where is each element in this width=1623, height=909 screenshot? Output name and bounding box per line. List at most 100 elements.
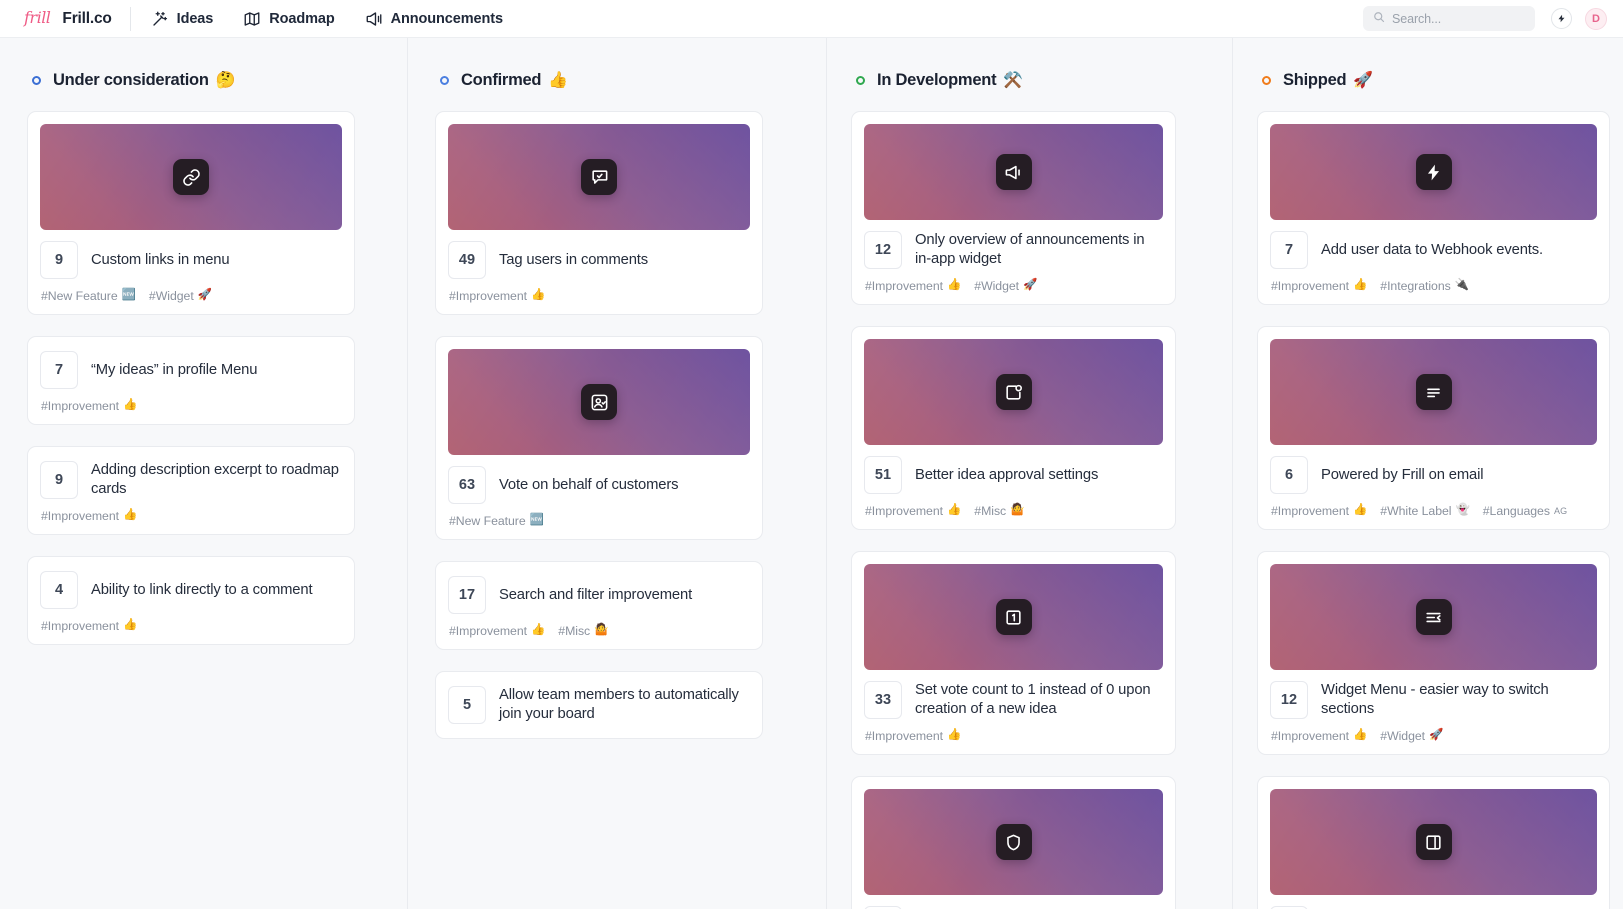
search-placeholder: Search...	[1392, 11, 1442, 26]
tag[interactable]: #Widget 🚀	[974, 279, 1037, 293]
card-title: Set vote count to 1 instead of 0 upon cr…	[915, 682, 1151, 717]
idea-card[interactable]: 9 Custom links in menu #New Feature 🆕 #Wi…	[27, 111, 355, 315]
tag[interactable]: #Improvement 👍	[1271, 729, 1367, 743]
tag[interactable]: #Improvement 👍	[41, 619, 137, 633]
square-check-icon	[995, 374, 1032, 410]
vote-count[interactable]: 12	[864, 231, 902, 269]
card-list: 49 Tag users in comments #Improvement 👍	[435, 111, 763, 739]
vote-count[interactable]: 49	[448, 241, 486, 279]
idea-card[interactable]: 49 Tag users in comments #Improvement 👍	[435, 111, 763, 315]
column-header: In Development ⚒️	[851, 71, 1176, 90]
card-tags: #Improvement 👍	[40, 502, 342, 523]
column-title-text: Shipped	[1283, 71, 1347, 89]
brand[interactable]: frill Frill.co	[24, 9, 112, 28]
tag[interactable]: #New Feature 🆕	[449, 514, 544, 528]
search-input[interactable]: Search...	[1363, 6, 1535, 31]
tag[interactable]: #Improvement 👍	[1271, 504, 1367, 518]
status-dot-icon	[440, 76, 449, 85]
card-title: Widget Menu - easier way to switch secti…	[1321, 682, 1549, 717]
tag-label: #Widget	[974, 279, 1020, 293]
idea-card[interactable]: 63 Vote on behalf of customers #New Feat…	[435, 336, 763, 540]
tag-emoji: 👍	[531, 289, 546, 302]
card-main: 4 Ability to link directly to a comment	[40, 568, 342, 612]
tag[interactable]: #Improvement 👍	[41, 509, 137, 523]
vote-count[interactable]: 9	[40, 461, 78, 499]
tag-label: #White Label	[1380, 504, 1452, 518]
column-title: Under consideration 🤔	[53, 71, 236, 90]
idea-card[interactable]: 9 Adding description excerpt to roadmap …	[27, 446, 355, 535]
vote-count[interactable]: 9	[40, 241, 78, 279]
idea-card[interactable]: 7 “My ideas” in profile Menu #Improvemen…	[27, 336, 355, 425]
card-main: 7 “My ideas” in profile Menu	[40, 348, 342, 392]
tag[interactable]: #Integrations 🔌	[1380, 279, 1469, 293]
idea-card[interactable]: 4 Ability to link directly to a comment …	[27, 556, 355, 645]
idea-card[interactable]: 6 Powered by Frill on email #Improvement…	[1257, 326, 1610, 530]
idea-card[interactable]: 17 Search and filter improvement #Improv…	[435, 561, 763, 650]
card-title: Allow team members to automatically join…	[499, 687, 739, 722]
idea-card[interactable]: 7 Add user data to Webhook events. #Impr…	[1257, 111, 1610, 305]
nav-item-roadmap[interactable]: Roadmap	[241, 6, 336, 32]
card-main: 12 Widget Menu - easier way to switch se…	[1270, 675, 1597, 722]
idea-card[interactable]: 12 Widget Menu - easier way to switch se…	[1257, 551, 1610, 755]
nav-item-announcements[interactable]: Announcements	[363, 6, 505, 32]
vote-count[interactable]: 4	[40, 571, 78, 609]
tag[interactable]: #Widget 🚀	[149, 289, 212, 303]
card-title: Only overview of announcements in in-app…	[915, 232, 1145, 267]
tag[interactable]: #Improvement 👍	[865, 729, 961, 743]
card-title: “My ideas” in profile Menu	[91, 361, 258, 378]
vote-count[interactable]: 5	[448, 686, 486, 724]
idea-card[interactable]	[851, 776, 1176, 909]
tag[interactable]: #Improvement 👍	[41, 399, 137, 413]
tag[interactable]: #Widget 🚀	[1380, 729, 1443, 743]
column-emoji: 👍	[548, 71, 568, 89]
column-title: In Development ⚒️	[877, 71, 1023, 90]
card-main: 51 Better idea approval settings	[864, 450, 1163, 497]
number-one-icon	[995, 599, 1032, 635]
vote-count[interactable]: 7	[1270, 231, 1308, 269]
vote-count[interactable]: 12	[1270, 681, 1308, 719]
idea-card[interactable]: 12 Only overview of announcements in in-…	[851, 111, 1176, 305]
tag[interactable]: #Misc 🤷	[558, 624, 608, 638]
vote-count[interactable]: 17	[448, 576, 486, 614]
tag[interactable]: #Improvement 👍	[1271, 279, 1367, 293]
vote-count[interactable]: 63	[448, 466, 486, 504]
tag-emoji: 🤷	[1010, 504, 1025, 517]
tag[interactable]: #Improvement 👍	[865, 504, 961, 518]
vote-count[interactable]: 6	[1270, 456, 1308, 494]
vote-count[interactable]: 7	[40, 351, 78, 389]
card-list: 12 Only overview of announcements in in-…	[851, 111, 1176, 909]
column-title-text: Under consideration	[53, 71, 209, 89]
card-title: Custom links in menu	[91, 251, 230, 268]
megaphone-icon	[995, 154, 1032, 190]
card-tags: #New Feature 🆕 #Widget 🚀	[40, 282, 342, 303]
vote-count[interactable]: 51	[864, 456, 902, 494]
card-tags: #Improvement 👍 #Misc 🤷	[864, 497, 1163, 518]
card-tags: #Improvement 👍	[864, 722, 1163, 743]
tag[interactable]: #Languages AG	[1483, 504, 1568, 518]
tag[interactable]: #Improvement 👍	[449, 624, 545, 638]
tag-emoji: 👍	[1353, 729, 1368, 742]
card-main: Ability to reorder Topics in	[1270, 900, 1597, 909]
card-tags: #Improvement 👍 #Widget 🚀	[864, 272, 1163, 293]
changelog-bolt-button[interactable]	[1551, 8, 1572, 29]
idea-card[interactable]: 33 Set vote count to 1 instead of 0 upon…	[851, 551, 1176, 755]
idea-card[interactable]: Ability to reorder Topics in	[1257, 776, 1610, 909]
tag-emoji: 👍	[947, 504, 962, 517]
vote-count[interactable]: 33	[864, 681, 902, 719]
nav-item-ideas[interactable]: Ideas	[149, 6, 216, 32]
avatar[interactable]: D	[1585, 7, 1607, 30]
tag-emoji: 🆕	[121, 289, 136, 302]
tag[interactable]: #Improvement 👍	[449, 289, 545, 303]
tag-label: #Misc	[558, 624, 591, 638]
tag[interactable]: #Misc 🤷	[974, 504, 1024, 518]
idea-card[interactable]: 51 Better idea approval settings #Improv…	[851, 326, 1176, 530]
column-title-text: Confirmed	[461, 71, 542, 89]
tag-emoji: 🚀	[197, 289, 212, 302]
tag[interactable]: #White Label 👻	[1380, 504, 1470, 518]
tag[interactable]: #New Feature 🆕	[41, 289, 136, 303]
card-title: Adding description excerpt to roadmap ca…	[91, 462, 339, 497]
tag-emoji: 👍	[123, 509, 138, 522]
idea-card[interactable]: 5 Allow team members to automatically jo…	[435, 671, 763, 739]
tag[interactable]: #Improvement 👍	[865, 279, 961, 293]
card-cover	[864, 789, 1163, 895]
